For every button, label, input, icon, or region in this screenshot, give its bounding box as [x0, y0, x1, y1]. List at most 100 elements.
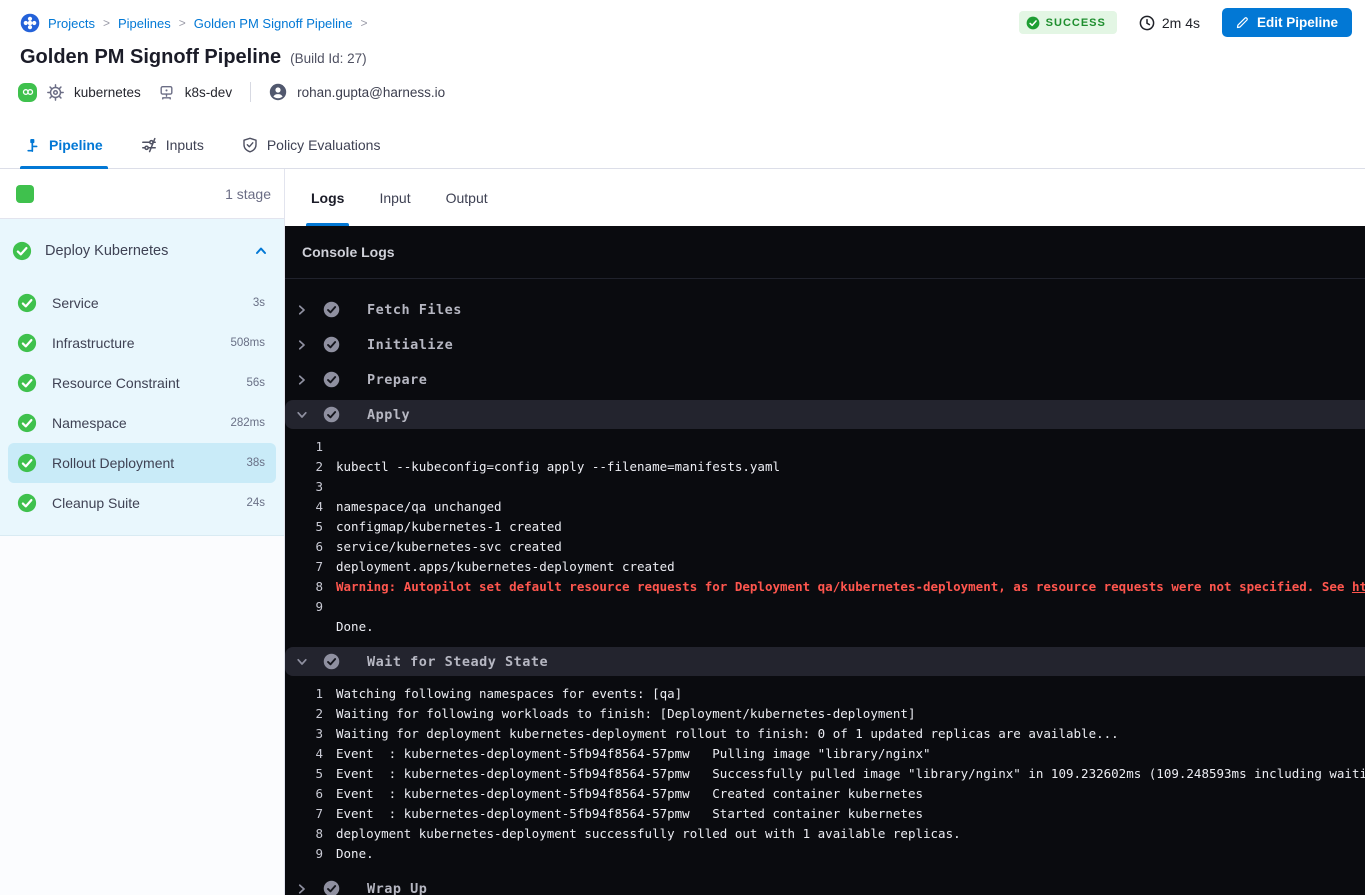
log-line-number: 3 [285, 477, 323, 497]
log-line-text: service/kubernetes-svc created [336, 537, 562, 557]
tab-policy-evaluations[interactable]: Policy Evaluations [242, 137, 381, 168]
log-section-body: 12kubectl --kubeconfig=config apply --fi… [285, 432, 1365, 644]
breadcrumb-pipeline-name[interactable]: Golden PM Signoff Pipeline [194, 16, 353, 31]
tab-pipeline[interactable]: Pipeline [25, 137, 103, 168]
environment-name[interactable]: k8s-dev [185, 85, 232, 100]
stage-step-rollout-deployment[interactable]: Rollout Deployment38s [8, 443, 276, 483]
log-line-text: Event : kubernetes-deployment-5fb94f8564… [336, 764, 1365, 784]
step-duration: 56s [246, 377, 265, 389]
status-badge: SUCCESS [1019, 11, 1117, 34]
log-section-title: Initialize [367, 337, 453, 353]
log-line-number: 9 [285, 844, 323, 864]
log-line: 6 service/kubernetes-svc created [285, 537, 1365, 557]
breadcrumb-projects[interactable]: Projects [48, 16, 95, 31]
section-success-icon [323, 880, 340, 895]
title-row: Golden PM Signoff Pipeline (Build Id: 27… [0, 33, 1365, 69]
log-line-text: Event : kubernetes-deployment-5fb94f8564… [336, 804, 923, 824]
section-success-icon [323, 653, 340, 670]
log-section-initialize[interactable]: Initialize [285, 327, 1365, 362]
step-duration: 3s [253, 297, 265, 309]
section-success-icon [323, 406, 340, 423]
log-link[interactable]: http://g [1352, 577, 1365, 597]
log-section-prepare[interactable]: Prepare [285, 362, 1365, 397]
success-check-icon [1026, 16, 1040, 30]
stage-step-namespace[interactable]: Namespace282ms [8, 403, 276, 443]
log-section-title: Prepare [367, 372, 427, 388]
user-avatar-icon [269, 83, 287, 101]
status-label: SUCCESS [1046, 17, 1106, 29]
chevron-down-icon [296, 656, 308, 668]
log-line: 3 [285, 477, 1365, 497]
log-line: 3Waiting for deployment kubernetes-deplo… [285, 724, 1365, 744]
chevron-right-icon [296, 374, 308, 386]
log-section-body: 1 Watching following namespaces for event… [285, 679, 1365, 871]
tab-label: Inputs [166, 137, 204, 153]
stage-step-resource-constraint[interactable]: Resource Constraint56s [8, 363, 276, 403]
stage-step-service[interactable]: Service3s [8, 283, 276, 323]
log-section-apply[interactable]: Apply [285, 400, 1365, 429]
breadcrumb-separator: > [179, 16, 186, 30]
log-line-number: 7 [285, 804, 323, 824]
log-line-number: 9 [285, 597, 323, 617]
tab-logs[interactable]: Logs [311, 169, 344, 226]
log-line-text: kubectl --kubeconfig=config apply --file… [336, 457, 780, 477]
pencil-icon [1236, 16, 1249, 29]
tab-inputs[interactable]: Inputs [141, 137, 204, 168]
step-success-icon [17, 333, 37, 353]
edit-pipeline-button[interactable]: Edit Pipeline [1222, 8, 1352, 37]
log-line-text: Watching following namespaces for events… [336, 684, 682, 704]
log-line: 2Waiting for following workloads to fini… [285, 704, 1365, 724]
tab-label: Input [379, 190, 410, 206]
log-line-number: 5 [285, 764, 323, 784]
tab-input[interactable]: Input [379, 169, 410, 226]
cd-module-icon [18, 83, 37, 102]
step-duration: 508ms [230, 337, 265, 349]
stage-block: Deploy Kubernetes Service3sInfrastructur… [0, 219, 284, 536]
tab-label: Logs [311, 190, 344, 206]
log-line-number: 1 [285, 437, 323, 457]
environment-icon [158, 84, 175, 101]
inputs-icon [141, 137, 157, 153]
log-section-wrap-up[interactable]: Wrap Up [285, 871, 1365, 895]
step-label: Cleanup Suite [52, 495, 231, 511]
stage-step-infrastructure[interactable]: Infrastructure508ms [8, 323, 276, 363]
log-line-number: 8 [285, 824, 323, 844]
service-name[interactable]: kubernetes [74, 85, 141, 100]
stage-header-deploy-kubernetes[interactable]: Deploy Kubernetes [0, 219, 284, 283]
step-success-icon [17, 373, 37, 393]
log-line-number: 1 [285, 684, 323, 704]
log-line-number: 2 [285, 704, 323, 724]
shield-check-icon [242, 137, 258, 153]
log-line-text: deployment kubernetes-deployment success… [336, 824, 961, 844]
page-header: Projects > Pipelines > Golden PM Signoff… [0, 0, 1365, 169]
elapsed-time-value: 2m 4s [1162, 15, 1200, 31]
tab-label: Policy Evaluations [267, 137, 381, 153]
log-line-number: 4 [285, 744, 323, 764]
stage-name: Deploy Kubernetes [45, 243, 241, 259]
execution-controls: SUCCESS 2m 4s Edit Pipeline [1019, 8, 1352, 37]
log-line-number: 6 [285, 784, 323, 804]
section-success-icon [323, 336, 340, 353]
log-section-fetch-files[interactable]: Fetch Files [285, 292, 1365, 327]
console-header: Console Logs [285, 226, 1365, 279]
edit-pipeline-label: Edit Pipeline [1257, 15, 1338, 30]
log-line: 4Event : kubernetes-deployment-5fb94f856… [285, 744, 1365, 764]
log-section-title: Apply [367, 407, 410, 423]
stage-step-cleanup-suite[interactable]: Cleanup Suite24s [8, 483, 276, 523]
log-line: 5configmap/kubernetes-1 created [285, 517, 1365, 537]
triggered-by-user[interactable]: rohan.gupta@harness.io [297, 85, 445, 100]
stage-panel: 1 stage Deploy Kubernetes Service3sInfra… [0, 169, 285, 895]
chevron-up-icon[interactable] [254, 244, 268, 258]
tab-output[interactable]: Output [446, 169, 488, 226]
breadcrumb-pipelines[interactable]: Pipelines [118, 16, 171, 31]
log-line-number [285, 617, 323, 637]
step-success-icon [17, 493, 37, 513]
stage-panel-filler [0, 536, 284, 895]
log-line-number: 6 [285, 537, 323, 557]
log-line-text: Waiting for deployment kubernetes-deploy… [336, 724, 1119, 744]
pipeline-icon [25, 138, 40, 153]
log-panel: Logs Input Output Console Logs Fetch Fil… [285, 169, 1365, 895]
log-section-wait-for-steady-state[interactable]: Wait for Steady State [285, 647, 1365, 676]
log-line: Done. [285, 617, 1365, 637]
chevron-down-icon [296, 409, 308, 421]
